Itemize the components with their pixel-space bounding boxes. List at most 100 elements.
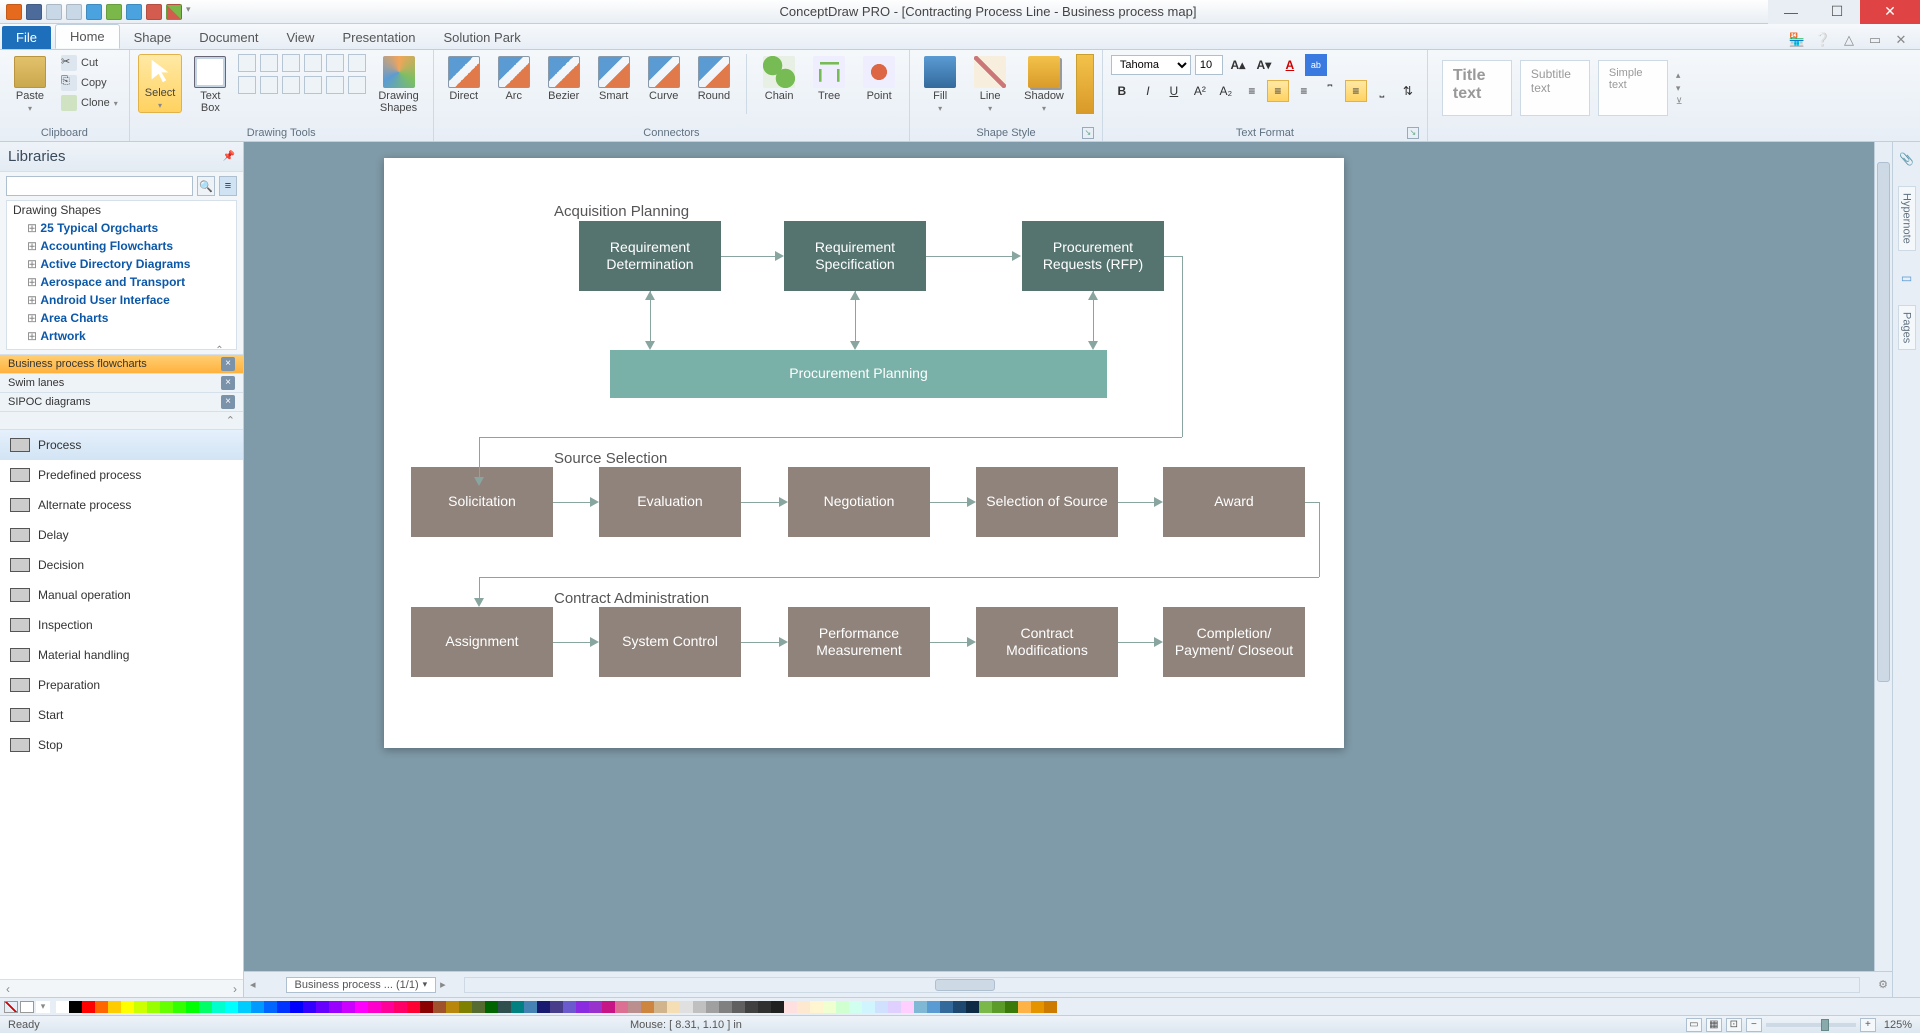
- color-swatch[interactable]: [992, 1001, 1005, 1013]
- subscript-button[interactable]: A₂: [1215, 80, 1237, 102]
- align-left-button[interactable]: ≡: [1241, 80, 1263, 102]
- shape-list-item[interactable]: Delay: [0, 520, 243, 550]
- color-swatch[interactable]: [472, 1001, 485, 1013]
- library-search-input[interactable]: [6, 176, 193, 196]
- color-swatch[interactable]: [823, 1001, 836, 1013]
- connector[interactable]: [1319, 502, 1320, 577]
- pin-icon[interactable]: 📌: [223, 151, 235, 162]
- shape-list-item[interactable]: Stop: [0, 730, 243, 760]
- library-tab[interactable]: SIPOC diagrams×: [0, 392, 243, 411]
- zoom-out-button[interactable]: −: [1746, 1018, 1762, 1032]
- diagram-box-sysctl[interactable]: System Control: [599, 607, 741, 677]
- close-doc-icon[interactable]: ✕: [1892, 31, 1910, 49]
- search-icon[interactable]: 🔍: [197, 176, 215, 196]
- gallery-down-icon[interactable]: ▾: [1676, 83, 1683, 94]
- color-swatch[interactable]: [680, 1001, 693, 1013]
- shape-list-item[interactable]: Predefined process: [0, 460, 243, 490]
- color-swatch[interactable]: [602, 1001, 615, 1013]
- paste-button[interactable]: Paste ▾: [8, 54, 52, 115]
- color-swatch[interactable]: [576, 1001, 589, 1013]
- library-tab[interactable]: Business process flowcharts×: [0, 354, 243, 373]
- color-swatch[interactable]: [914, 1001, 927, 1013]
- library-tree-item[interactable]: Aerospace and Transport: [7, 273, 236, 291]
- align-middle-button[interactable]: ≡: [1345, 80, 1367, 102]
- qat-icon[interactable]: [126, 4, 142, 20]
- diagram-box-proc-req[interactable]: Procurement Requests (RFP): [1022, 221, 1164, 291]
- color-swatch[interactable]: [277, 1001, 290, 1013]
- connector[interactable]: [721, 256, 775, 257]
- align-right-button[interactable]: ≡: [1293, 80, 1315, 102]
- color-swatch[interactable]: [238, 1001, 251, 1013]
- color-swatch[interactable]: [953, 1001, 966, 1013]
- collapse-icon[interactable]: ⌃: [226, 414, 235, 427]
- restore-window-icon[interactable]: ▭: [1866, 31, 1884, 49]
- color-swatch[interactable]: [147, 1001, 160, 1013]
- font-color-icon[interactable]: A: [1279, 54, 1301, 76]
- connector[interactable]: [1164, 256, 1182, 257]
- tab-view[interactable]: View: [272, 26, 328, 49]
- color-swatch[interactable]: [108, 1001, 121, 1013]
- color-swatch[interactable]: [836, 1001, 849, 1013]
- color-swatch[interactable]: [485, 1001, 498, 1013]
- color-swatch[interactable]: [186, 1001, 199, 1013]
- font-name-select[interactable]: Tahoma: [1111, 55, 1191, 75]
- qat-icon[interactable]: [166, 4, 182, 20]
- line-button[interactable]: Line▾: [968, 54, 1012, 115]
- color-swatch[interactable]: [901, 1001, 914, 1013]
- sidebar-hscroll[interactable]: ‹›: [0, 979, 243, 997]
- dialog-launcher-icon[interactable]: ↘: [1082, 127, 1094, 139]
- page[interactable]: Acquisition PlanningSource SelectionCont…: [384, 158, 1344, 748]
- shape-list-item[interactable]: Start: [0, 700, 243, 730]
- drawing-shapes-button[interactable]: Drawing Shapes: [372, 54, 424, 116]
- highlight-icon[interactable]: ab: [1305, 54, 1327, 76]
- color-swatch[interactable]: [394, 1001, 407, 1013]
- redo-icon[interactable]: [66, 4, 82, 20]
- color-swatch[interactable]: [927, 1001, 940, 1013]
- font-size-input[interactable]: [1195, 55, 1223, 75]
- color-swatch[interactable]: [784, 1001, 797, 1013]
- color-palette[interactable]: [56, 1001, 1916, 1013]
- diagram-box-mods[interactable]: Contract Modifications: [976, 607, 1118, 677]
- shape-list-item[interactable]: Inspection: [0, 610, 243, 640]
- color-swatch[interactable]: [966, 1001, 979, 1013]
- close-tab-icon[interactable]: ×: [221, 376, 235, 390]
- point-button[interactable]: Point: [857, 54, 901, 104]
- diagram-box-negot[interactable]: Negotiation: [788, 467, 930, 537]
- qat-icon[interactable]: [86, 4, 102, 20]
- align-center-button[interactable]: ≡: [1267, 80, 1289, 102]
- color-swatch[interactable]: [615, 1001, 628, 1013]
- color-swatch[interactable]: [225, 1001, 238, 1013]
- color-swatch[interactable]: [420, 1001, 433, 1013]
- pages-icon[interactable]: ▭: [1901, 271, 1912, 285]
- connector[interactable]: [479, 437, 480, 477]
- tab-document[interactable]: Document: [185, 26, 272, 49]
- diagram-box-selsrc[interactable]: Selection of Source: [976, 467, 1118, 537]
- connector[interactable]: [553, 642, 590, 643]
- align-bottom-button[interactable]: ⎵: [1371, 80, 1393, 102]
- connector-curve-button[interactable]: Curve: [642, 54, 686, 104]
- tab-presentation[interactable]: Presentation: [328, 26, 429, 49]
- maximize-button[interactable]: ☐: [1814, 0, 1860, 24]
- color-swatch[interactable]: [134, 1001, 147, 1013]
- color-swatch[interactable]: [797, 1001, 810, 1013]
- diagram-box-proc-plan[interactable]: Procurement Planning: [610, 350, 1107, 398]
- scrollbar-thumb[interactable]: [935, 979, 995, 991]
- color-swatch[interactable]: [849, 1001, 862, 1013]
- connector-round-button[interactable]: Round: [692, 54, 736, 104]
- diagram-box-close[interactable]: Completion/ Payment/ Closeout: [1163, 607, 1305, 677]
- color-swatch[interactable]: [745, 1001, 758, 1013]
- select-tool-button[interactable]: Select ▾: [138, 54, 183, 113]
- color-swatch[interactable]: [1031, 1001, 1044, 1013]
- vertical-scrollbar[interactable]: [1874, 142, 1892, 971]
- diagram-box-req-spec[interactable]: Requirement Specification: [784, 221, 926, 291]
- italic-button[interactable]: I: [1137, 80, 1159, 102]
- hypernote-panel-tab[interactable]: Hypernote: [1898, 186, 1916, 251]
- color-swatch[interactable]: [498, 1001, 511, 1013]
- color-swatch[interactable]: [433, 1001, 446, 1013]
- library-tree-item[interactable]: Accounting Flowcharts: [7, 237, 236, 255]
- diagram-box-perf[interactable]: Performance Measurement: [788, 607, 930, 677]
- color-swatch[interactable]: [407, 1001, 420, 1013]
- color-swatch[interactable]: [459, 1001, 472, 1013]
- align-top-button[interactable]: ⎴: [1319, 80, 1341, 102]
- diagram-box-eval[interactable]: Evaluation: [599, 467, 741, 537]
